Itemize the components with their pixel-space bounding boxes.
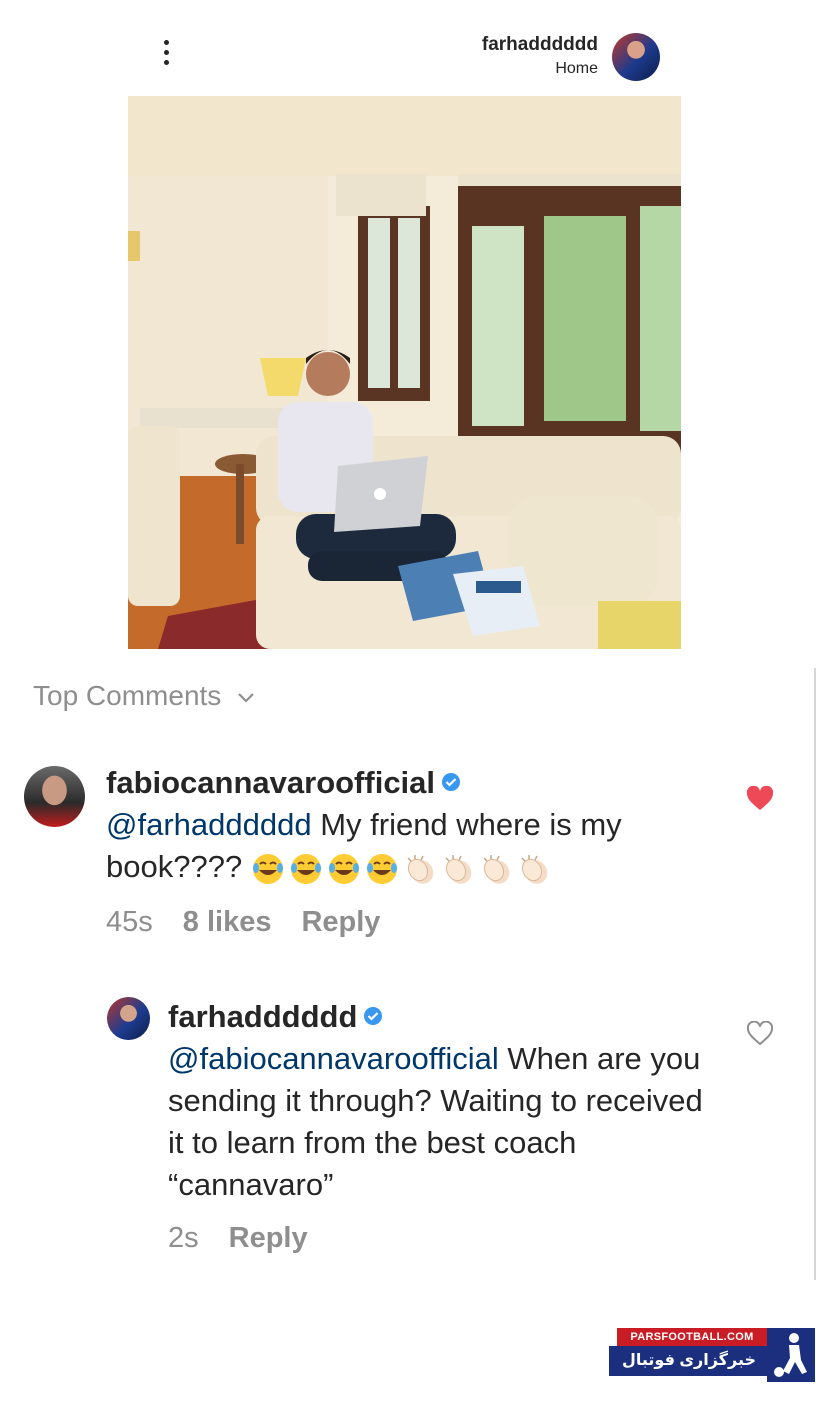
post-photo (128, 96, 681, 649)
tears-of-joy-emoji-icon (290, 853, 321, 884)
tears-of-joy-emoji-icon (328, 853, 359, 884)
footballer-logo-icon (767, 1328, 815, 1382)
more-options-icon[interactable] (156, 40, 176, 74)
watermark-tagline: خبرگزاری فوتبال ایران (609, 1346, 769, 1399)
comment-time: 45s (106, 906, 153, 938)
watermark-brand: PARSFOOTBALL.COM (617, 1328, 767, 1346)
post-location[interactable]: Home (555, 60, 598, 78)
top-comments-toggle[interactable]: Top Comments (33, 680, 255, 712)
comment-reply: farhadddddd @fabiocannavaroofficial When… (168, 996, 708, 1206)
commenter-avatar[interactable] (24, 766, 85, 827)
tears-of-joy-emoji-icon (366, 853, 397, 884)
chevron-down-icon (238, 692, 254, 703)
comment-mention[interactable]: @farhadddddd (106, 807, 312, 842)
parsfootball-watermark: PARSFOOTBALL.COM خبرگزاری فوتبال ایران (609, 1328, 816, 1399)
comment-username[interactable]: fabiocannavaroofficial (106, 765, 435, 800)
commenter-avatar[interactable] (107, 997, 150, 1040)
reply-button[interactable]: Reply (301, 906, 380, 938)
clapping-hands-emoji-icon (445, 854, 472, 884)
heart-outline-icon[interactable] (746, 1021, 774, 1047)
comment-meta: 2s Reply (168, 1222, 338, 1255)
comment: fabiocannavaroofficial @farhadddddd My f… (106, 762, 706, 888)
comment-meta: 45s 8 likes Reply (106, 906, 410, 939)
verified-badge-icon (364, 1006, 383, 1025)
emoji-group (251, 849, 555, 884)
post-author-avatar[interactable] (612, 33, 660, 81)
reply-button[interactable]: Reply (229, 1222, 308, 1254)
comment-username[interactable]: farhadddddd (168, 999, 357, 1034)
top-comments-label: Top Comments (33, 680, 222, 711)
tears-of-joy-emoji-icon (252, 853, 283, 884)
comment-likes-link[interactable]: 8 likes (183, 906, 272, 938)
clapping-hands-emoji-icon (407, 854, 434, 884)
comment-time: 2s (168, 1222, 199, 1254)
comment-mention[interactable]: @fabiocannavaroofficial (168, 1041, 499, 1076)
clapping-hands-emoji-icon (521, 854, 548, 884)
verified-badge-icon (442, 772, 461, 791)
post-username[interactable]: farhadddddd (482, 34, 598, 56)
clapping-hands-emoji-icon (483, 854, 510, 884)
heart-filled-icon[interactable] (746, 786, 774, 812)
